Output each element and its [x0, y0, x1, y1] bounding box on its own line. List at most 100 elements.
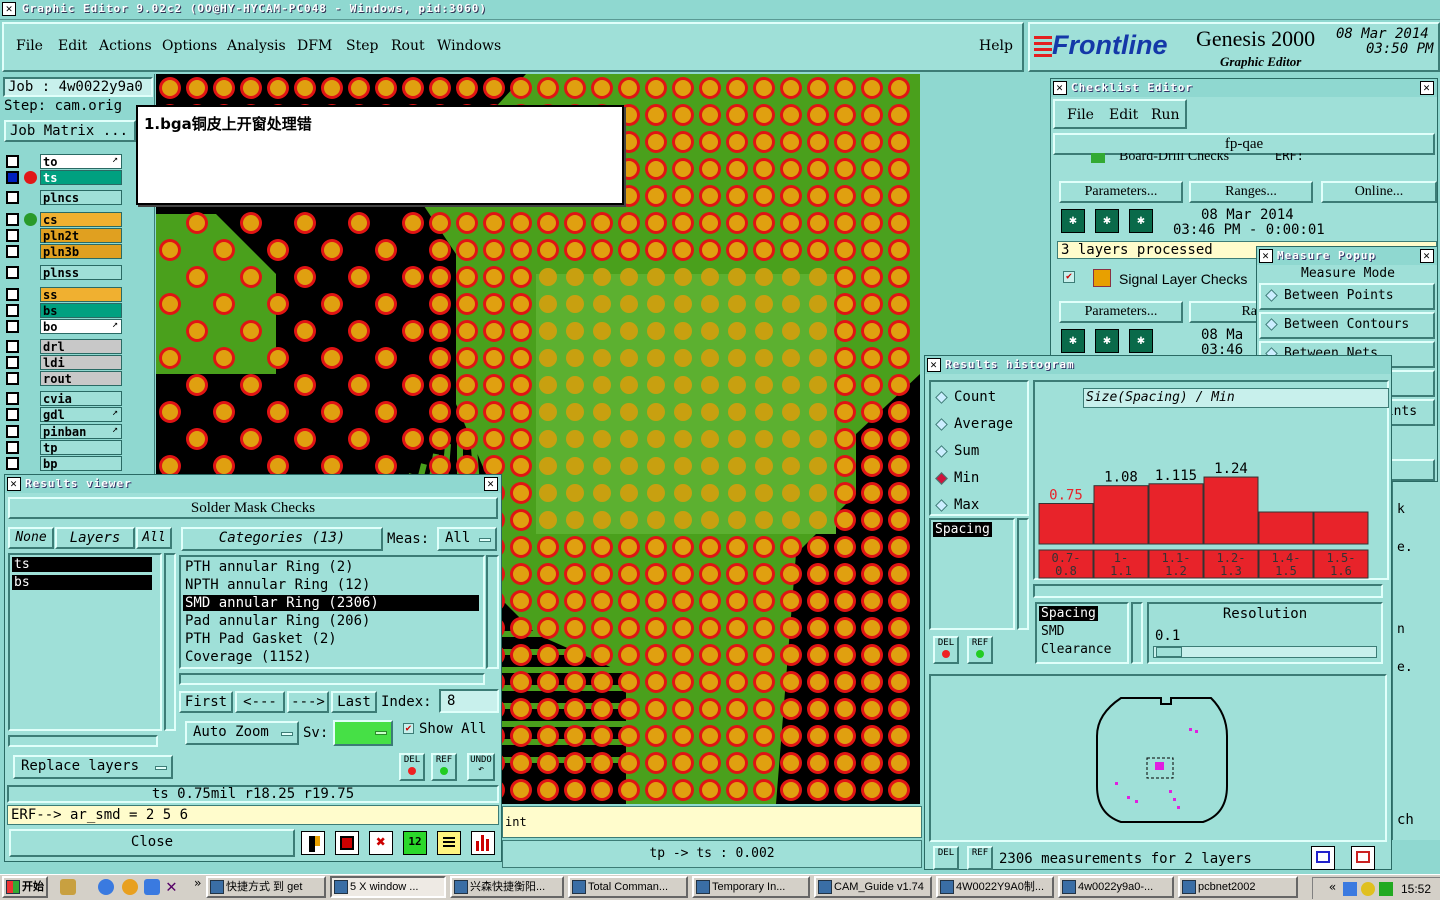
quicklaunch-icon-1[interactable] [60, 879, 76, 895]
layer-row-bp[interactable]: bp [6, 456, 126, 471]
parameters-button[interactable]: Parameters... [1059, 181, 1183, 203]
signal-checkbox[interactable]: ✔ [1063, 271, 1075, 283]
category-item[interactable]: PTH annular Ring (2) [183, 559, 479, 575]
run-all-icon[interactable]: ✱ [1095, 209, 1119, 233]
layer-name[interactable]: tp [40, 440, 122, 455]
stat-option[interactable]: Max [935, 494, 1025, 516]
taskbar-item[interactable]: 兴森快捷衡阳... [450, 876, 564, 898]
stat-option[interactable]: Count [935, 386, 1025, 408]
layer-checkbox[interactable] [6, 356, 19, 369]
xwin-icon[interactable]: ✕ [166, 876, 177, 897]
close-icon[interactable]: ✕ [1420, 81, 1434, 95]
menu-actions[interactable]: Actions [99, 38, 152, 54]
layer-checkbox[interactable] [6, 191, 19, 204]
hist-ref-button[interactable]: REF [967, 636, 993, 664]
run-all-icon-2[interactable]: ✱ [1095, 329, 1119, 353]
layer-checkbox[interactable] [6, 340, 19, 353]
first-button[interactable]: First [179, 691, 233, 713]
layer-checkbox[interactable] [6, 229, 19, 242]
layer-row-bs[interactable]: bs [6, 303, 126, 318]
meas-dropdown[interactable]: All [437, 527, 497, 551]
numbered-list-icon[interactable]: 12 [403, 831, 427, 855]
taskbar-item[interactable]: Total Comman... [568, 876, 688, 898]
taskbar-item[interactable]: 快捷方式 到 get [206, 876, 326, 898]
histogram-hscroll[interactable] [1033, 584, 1383, 598]
layer-name[interactable]: pln3b [40, 244, 122, 259]
spacing-list-1[interactable]: Spacing [929, 518, 1015, 630]
slider-thumb[interactable] [1156, 647, 1182, 657]
layer-row-pln3b[interactable]: pln3b [6, 244, 126, 259]
menu-dfm[interactable]: DFM [297, 38, 332, 54]
layer-name[interactable]: bp [40, 456, 122, 471]
layer-name[interactable]: pln2t [40, 228, 122, 243]
layer-row-plnss[interactable]: plnss [6, 265, 126, 280]
report-icon[interactable] [335, 831, 359, 855]
hist-del-button[interactable]: DEL [933, 636, 959, 664]
hist-ref-button-2[interactable]: REF [967, 846, 993, 870]
parameters-button-2[interactable]: Parameters... [1059, 301, 1183, 323]
checklist-menu-run[interactable]: Run [1151, 107, 1180, 123]
layer-checkbox[interactable] [6, 171, 19, 184]
layer-list-scrollbar[interactable] [164, 553, 176, 731]
window-menu-icon[interactable]: ✕ [1053, 81, 1067, 95]
resolution-slider[interactable] [1153, 646, 1377, 658]
close-icon[interactable]: ✕ [2, 2, 16, 16]
quicklaunch-icon-3[interactable] [122, 879, 138, 895]
notes-icon[interactable] [437, 831, 461, 855]
category-scrollbar[interactable] [486, 555, 499, 669]
taskbar-item[interactable]: pcbnet2002 [1178, 876, 1298, 898]
run-icon-2[interactable]: ✱ [1061, 329, 1085, 353]
layer-checkbox[interactable] [6, 245, 19, 258]
histogram-icon[interactable] [471, 831, 495, 855]
export-icon[interactable] [1311, 846, 1335, 870]
list-item-ts[interactable]: ts [12, 557, 152, 572]
auto-zoom-dropdown[interactable]: Auto Zoom [185, 721, 299, 745]
category-hscroll[interactable] [179, 673, 485, 685]
next-button[interactable]: ---> [287, 691, 329, 713]
histogram-bar[interactable] [1093, 485, 1149, 545]
run-icon[interactable]: ✱ [1061, 209, 1085, 233]
category-item[interactable]: Pad annular Ring (206) [183, 613, 479, 629]
layer-name[interactable]: pinban [40, 424, 122, 439]
layer-name[interactable]: to [40, 154, 122, 169]
taskbar-item[interactable]: 4W0022Y9A0制... [936, 876, 1054, 898]
layers-tab[interactable]: Layers [55, 527, 135, 549]
menu-help[interactable]: Help [979, 38, 1013, 54]
category-list[interactable]: PTH annular Ring (2) NPTH annular Ring (1… [179, 555, 485, 669]
menu-windows[interactable]: Windows [437, 38, 501, 54]
layer-name[interactable]: rout [40, 371, 122, 386]
layer-name[interactable]: cs [40, 212, 122, 227]
layer-name[interactable]: plncs [40, 190, 122, 205]
layer-row-pln2t[interactable]: pln2t [6, 228, 126, 243]
more-chevron-icon[interactable]: » [194, 876, 201, 890]
layer-row-rout[interactable]: rout [6, 371, 126, 386]
list-item-spacing-2[interactable]: Spacing [1039, 606, 1098, 621]
quicklaunch-icon-4[interactable] [144, 879, 160, 895]
spacing-list-2-scrollbar[interactable] [1131, 602, 1143, 664]
layer-checkbox[interactable] [6, 441, 19, 454]
histogram-bar[interactable] [1313, 511, 1369, 545]
print-icon[interactable] [1351, 846, 1375, 870]
online-button[interactable]: Online... [1321, 181, 1437, 203]
menu-edit[interactable]: Edit [58, 38, 87, 54]
histogram-bar[interactable] [1258, 511, 1314, 545]
replace-layers-dropdown[interactable]: Replace layers [13, 755, 173, 779]
close-button[interactable]: Close [9, 829, 295, 857]
layer-row-pinban[interactable]: pinban ↗ [6, 424, 126, 439]
spacing-list-1-scrollbar[interactable] [1017, 518, 1029, 630]
stop-icon-2[interactable]: ✱ [1129, 329, 1153, 353]
category-item[interactable]: Coverage (1152) [183, 649, 479, 665]
taskbar-item[interactable]: 5 X window ... [330, 876, 446, 898]
layer-name[interactable]: ldi [40, 355, 122, 370]
delete-results-icon[interactable]: ✖ [369, 831, 393, 855]
layer-checkbox[interactable] [6, 155, 19, 168]
taskbar-item[interactable]: Temporary In... [692, 876, 810, 898]
menu-options[interactable]: Options [162, 38, 217, 54]
layer-checkbox[interactable] [6, 320, 19, 333]
ranges-button[interactable]: Ranges... [1189, 181, 1313, 203]
stat-option[interactable]: Min [935, 467, 1025, 489]
layer-name[interactable]: ss [40, 287, 122, 302]
layer-row-to[interactable]: to ↗ [6, 154, 126, 169]
menu-file[interactable]: File [16, 38, 43, 54]
layer-row-cvia[interactable]: cvia [6, 391, 126, 406]
